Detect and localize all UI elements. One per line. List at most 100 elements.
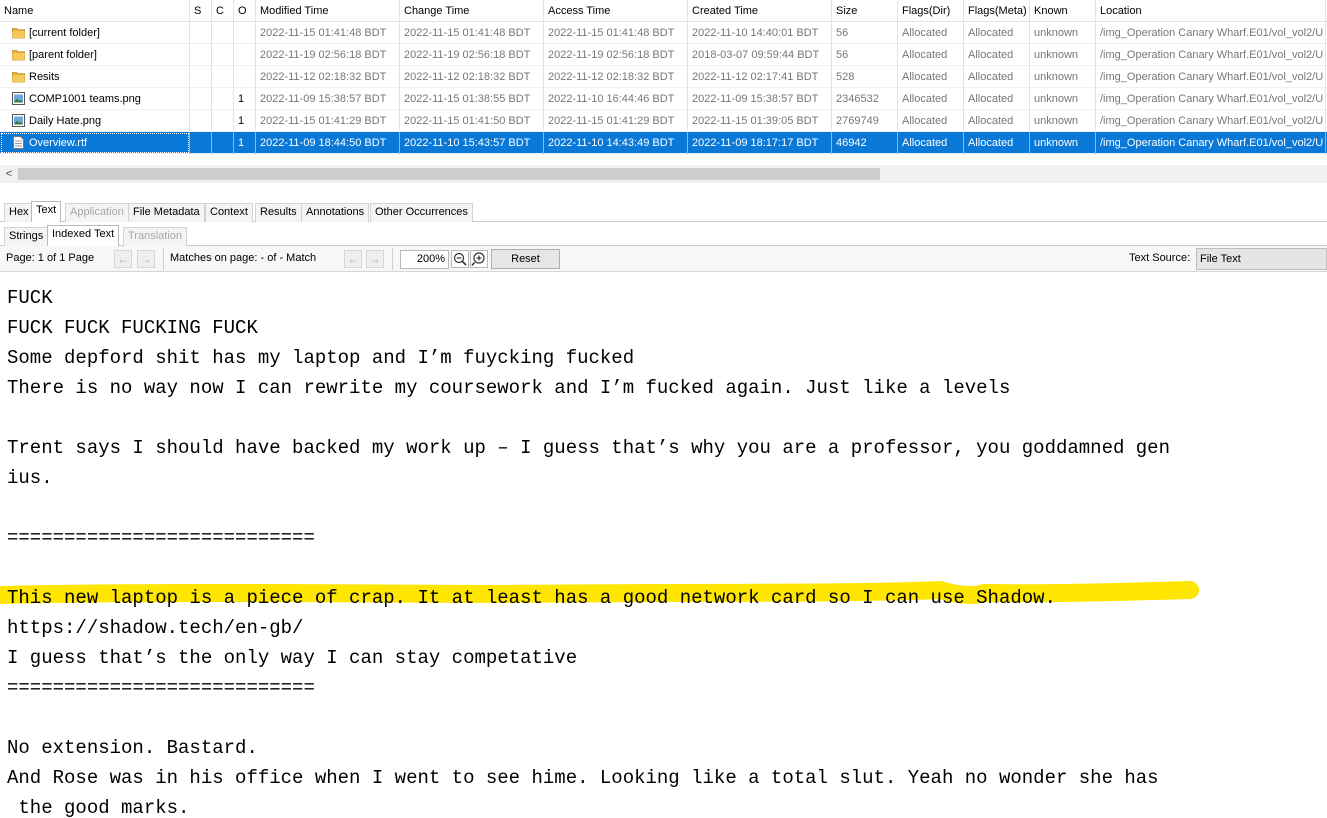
- cell-flags-meta: Allocated: [964, 21, 1030, 44]
- subtab-indexed-text[interactable]: Indexed Text: [47, 225, 120, 246]
- text-line: ius.: [7, 467, 53, 489]
- col-header-change[interactable]: Change Time: [400, 0, 544, 22]
- cell-size: 528: [832, 65, 898, 88]
- cell-location: /img_Operation Canary Wharf.E01/vol_vol2…: [1096, 109, 1326, 132]
- cell-location: /img_Operation Canary Wharf.E01/vol_vol2…: [1096, 43, 1326, 66]
- tab-annotations[interactable]: Annotations: [301, 203, 370, 222]
- document-file-icon: [13, 136, 24, 149]
- cell-change: 2022-11-15 01:41:48 BDT: [400, 21, 544, 44]
- file-name: [current folder]: [29, 26, 100, 39]
- cell-name[interactable]: [parent folder]: [0, 43, 190, 66]
- cell-flags-meta: Allocated: [964, 131, 1030, 154]
- col-header-location[interactable]: Location: [1096, 0, 1326, 22]
- col-header-modified[interactable]: Modified Time: [256, 0, 400, 22]
- tab-other-occurrences[interactable]: Other Occurrences: [370, 203, 473, 222]
- cell-name[interactable]: COMP1001 teams.png: [0, 87, 190, 110]
- cell-modified: 2022-11-15 01:41:29 BDT: [256, 109, 400, 132]
- col-header-size[interactable]: Size: [832, 0, 898, 22]
- table-row[interactable]: [parent folder] 2022-11-19 02:56:18 BDT 20…: [0, 43, 1327, 66]
- subtab-translation[interactable]: Translation: [123, 227, 188, 246]
- cell-o: [234, 21, 256, 44]
- cell-name[interactable]: Daily Hate.png: [0, 109, 190, 132]
- col-header-flags-meta[interactable]: Flags(Meta): [964, 0, 1030, 22]
- next-match-button[interactable]: →: [366, 250, 384, 268]
- tab-text[interactable]: Text: [31, 201, 62, 222]
- cell-size: 46942: [832, 131, 898, 154]
- reset-zoom-button[interactable]: Reset: [491, 249, 560, 269]
- cell-flags-dir: Allocated: [898, 109, 964, 132]
- table-header: Name S C O Modified Time Change Time Acc…: [0, 0, 1327, 22]
- cell-c: [212, 43, 234, 66]
- table-row[interactable]: [current folder] 2022-11-15 01:41:48 BDT 2…: [0, 21, 1327, 44]
- col-header-created[interactable]: Created Time: [688, 0, 832, 22]
- col-header-known[interactable]: Known: [1030, 0, 1096, 22]
- table-row[interactable]: Overview.rtf 1 2022-11-09 18:44:50 BDT 2022…: [0, 131, 1327, 154]
- table-row[interactable]: Resits 2022-11-12 02:18:32 BDT 2022-11-12 …: [0, 65, 1327, 88]
- cell-access: 2022-11-19 02:56:18 BDT: [544, 43, 688, 66]
- cell-access: 2022-11-10 14:43:49 BDT: [544, 131, 688, 154]
- prev-page-button[interactable]: ←: [114, 250, 132, 268]
- text-source-dropdown[interactable]: File Text: [1196, 248, 1327, 270]
- cell-change: 2022-11-19 02:56:18 BDT: [400, 43, 544, 66]
- indexed-text-viewer[interactable]: FUCK FUCK FUCK FUCKING FUCK Some depford s…: [0, 273, 1327, 818]
- cell-c: [212, 65, 234, 88]
- table-row[interactable]: COMP1001 teams.png 1 2022-11-09 15:38:57 B…: [0, 87, 1327, 110]
- cell-o: 1: [234, 87, 256, 110]
- file-name: Overview.rtf: [29, 136, 88, 149]
- scroll-left-icon[interactable]: <: [2, 166, 16, 182]
- table-row[interactable]: Daily Hate.png 1 2022-11-15 01:41:29 BDT 20…: [0, 109, 1327, 132]
- text-line: Some depford shit has my laptop and I’m …: [7, 347, 635, 369]
- cell-flags-meta: Allocated: [964, 65, 1030, 88]
- cell-flags-meta: Allocated: [964, 43, 1030, 66]
- zoom-out-icon: [453, 252, 467, 266]
- cell-modified: 2022-11-19 02:56:18 BDT: [256, 43, 400, 66]
- text-line: FUCK FUCK FUCKING FUCK: [7, 317, 258, 339]
- cell-known: unknown: [1030, 43, 1096, 66]
- zoom-out-button[interactable]: [451, 250, 469, 268]
- cell-name[interactable]: Overview.rtf: [0, 131, 190, 154]
- scrollbar-thumb[interactable]: [18, 168, 880, 180]
- cell-created: 2022-11-09 15:38:57 BDT: [688, 87, 832, 110]
- zoom-level-field[interactable]: 200%: [400, 250, 449, 269]
- text-line: the good marks.: [7, 797, 190, 818]
- text-subtabs: Strings Indexed Text Translation: [0, 224, 1327, 246]
- horizontal-scrollbar[interactable]: <: [0, 165, 1327, 183]
- cell-created: 2022-11-12 02:17:41 BDT: [688, 65, 832, 88]
- tab-results[interactable]: Results: [255, 203, 302, 222]
- prev-match-button[interactable]: ←: [344, 250, 362, 268]
- col-header-name[interactable]: Name: [0, 0, 190, 22]
- cell-s: [190, 131, 212, 154]
- cell-modified: 2022-11-09 18:44:50 BDT: [256, 131, 400, 154]
- col-header-o[interactable]: O: [234, 0, 256, 22]
- page-indicator: Page: 1 of 1 Page: [6, 252, 95, 264]
- cell-name[interactable]: [current folder]: [0, 21, 190, 44]
- tab-hex[interactable]: Hex: [4, 203, 34, 222]
- tab-file-metadata[interactable]: File Metadata: [128, 203, 205, 222]
- cell-name[interactable]: Resits: [0, 65, 190, 88]
- folder-icon: [12, 50, 25, 61]
- cell-modified: 2022-11-12 02:18:32 BDT: [256, 65, 400, 88]
- zoom-in-button[interactable]: [470, 250, 488, 268]
- cell-known: unknown: [1030, 109, 1096, 132]
- text-line: ===========================: [7, 527, 315, 549]
- cell-location: /img_Operation Canary Wharf.E01/vol_vol2…: [1096, 131, 1326, 154]
- cell-flags-meta: Allocated: [964, 87, 1030, 110]
- tab-application[interactable]: Application: [65, 203, 129, 222]
- cell-c: [212, 87, 234, 110]
- subtab-strings[interactable]: Strings: [4, 227, 49, 246]
- cell-known: unknown: [1030, 21, 1096, 44]
- cell-access: 2022-11-15 01:41:29 BDT: [544, 109, 688, 132]
- col-header-access[interactable]: Access Time: [544, 0, 688, 22]
- tab-context[interactable]: Context: [205, 203, 253, 222]
- cell-flags-dir: Allocated: [898, 87, 964, 110]
- cell-s: [190, 65, 212, 88]
- next-page-button[interactable]: →: [137, 250, 155, 268]
- cell-modified: 2022-11-15 01:41:48 BDT: [256, 21, 400, 44]
- file-name: Daily Hate.png: [29, 114, 102, 127]
- cell-known: unknown: [1030, 131, 1096, 154]
- cell-s: [190, 21, 212, 44]
- col-header-flags-dir[interactable]: Flags(Dir): [898, 0, 964, 22]
- cell-flags-dir: Allocated: [898, 65, 964, 88]
- col-header-s[interactable]: S: [190, 0, 212, 22]
- col-header-c[interactable]: C: [212, 0, 234, 22]
